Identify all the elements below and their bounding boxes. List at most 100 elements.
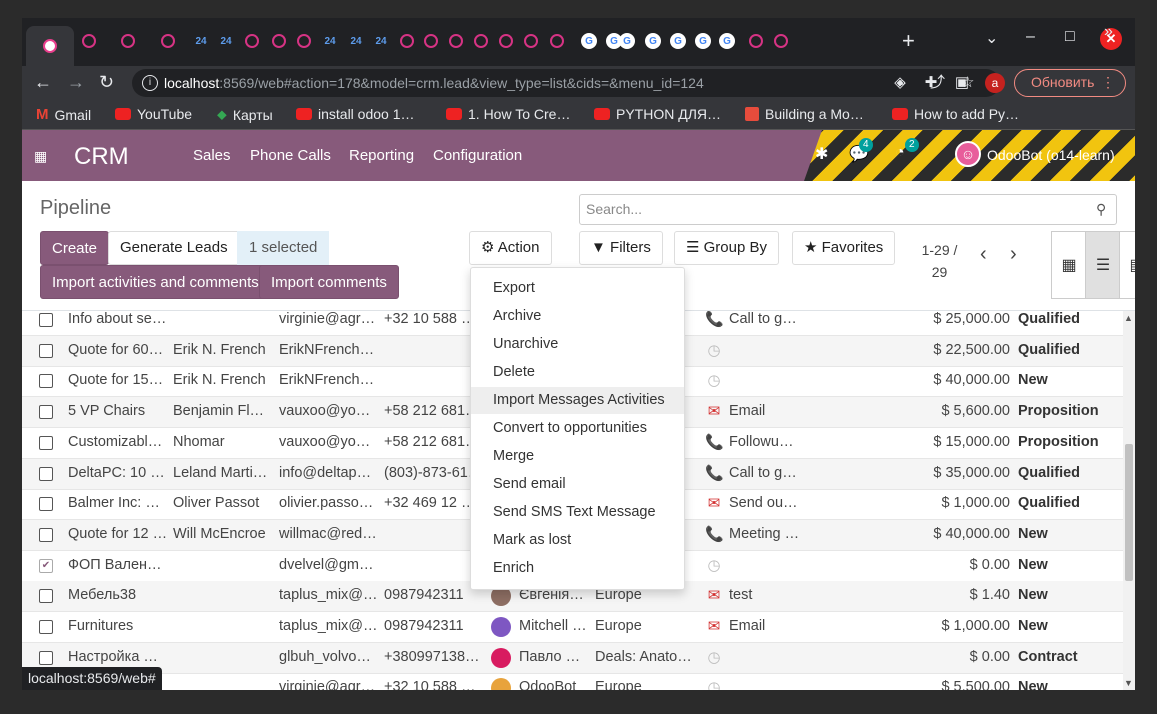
browser-tab-11[interactable]: 24 [370,30,392,52]
profile-avatar[interactable]: a [985,73,1005,93]
site-info-icon[interactable]: i [142,75,158,91]
browser-tab-1[interactable] [78,30,100,52]
action-menu-item[interactable]: Merge [471,443,684,470]
phone-icon[interactable]: 📞 [705,525,724,543]
browser-tab-19[interactable]: G [581,33,597,49]
bookmark-item[interactable]: M Gmail [36,106,91,123]
browser-tab-7[interactable] [268,30,290,52]
row-checkbox[interactable] [39,374,53,388]
update-button[interactable]: Обновить ⋮ [1014,69,1126,97]
scroll-thumb[interactable] [1125,444,1133,581]
browser-tab-8[interactable] [293,30,315,52]
kanban-view-icon[interactable]: ▦ [1051,231,1087,299]
sidepanel-icon[interactable]: ▣ [952,73,972,93]
pager-previous-icon[interactable]: ‹ [980,243,987,266]
search-icon[interactable]: ⚲ [1096,201,1106,218]
debug-bug-icon[interactable]: ✱ [815,144,828,164]
action-menu-item[interactable]: Send email [471,471,684,498]
action-menu-item[interactable]: Archive [471,303,684,330]
table-row[interactable]: Furnitures taplus_mix@… 0987942311 Mitchell… [22,612,1123,643]
browser-tab-9[interactable]: 24 [319,30,341,52]
browser-tab-21[interactable]: G [619,33,635,49]
bookmark-item[interactable]: How to add Py… [892,106,1019,122]
row-checkbox[interactable] [39,313,53,327]
action-menu-item[interactable]: Import Messages Activities [471,387,684,414]
user-avatar[interactable]: ☺ [955,141,981,167]
maximize-icon[interactable]: □ [1065,28,1075,46]
browser-tab-24[interactable]: G [695,33,711,49]
clock-icon[interactable]: ◷ [705,678,723,690]
bookmarks-more-icon[interactable]: » [1104,23,1113,41]
table-row[interactable]: Настройка … glbuh_volvo… +380997138… Павло … [22,643,1123,674]
menu-configuration[interactable]: Configuration [433,147,522,164]
clock-icon[interactable]: ◷ [705,648,723,666]
minimize-icon[interactable]: – [1026,28,1035,46]
browser-tab-4[interactable]: 24 [190,30,212,52]
menu-reporting[interactable]: Reporting [349,147,414,164]
bookmark-item[interactable]: 1. How To Cre… [446,106,570,122]
calendar-view-icon[interactable]: ▤ [1119,231,1135,299]
envelope-icon[interactable]: ✉ [705,402,723,420]
table-row[interactable]: virginie@agr… +32 10 588 … OdooBot Europe ◷ $… [22,673,1123,690]
filters-button[interactable]: ▼ Filters [579,231,663,265]
action-menu-item[interactable]: Send SMS Text Message [471,499,684,526]
action-menu-item[interactable]: Export [471,275,684,302]
action-menu-item[interactable]: Enrich [471,555,684,582]
row-checkbox[interactable]: ✔ [39,559,53,573]
apps-menu-icon[interactable]: ▦ [34,148,47,165]
clock-icon[interactable]: ◷ [705,556,723,574]
pager-next-icon[interactable]: › [1010,243,1017,266]
bookmark-item[interactable]: PYTHON ДЛЯ… [594,106,721,122]
forward-icon[interactable]: → [67,72,85,92]
row-checkbox[interactable] [39,467,53,481]
action-menu-item[interactable]: Convert to opportunities [471,415,684,442]
bookmark-item[interactable]: install odoo 1… [296,106,415,122]
scroll-up-icon[interactable]: ▲ [1124,313,1133,323]
action-menu-item[interactable]: Unarchive [471,331,684,358]
tab-search-icon[interactable]: ⌄ [985,28,998,48]
import-comments-button[interactable]: Import comments [259,265,399,299]
list-scrollbar[interactable]: ▲ ▼ [1123,311,1135,690]
phone-icon[interactable]: 📞 [705,433,724,451]
row-checkbox[interactable] [39,528,53,542]
action-menu-item[interactable]: Mark as lost [471,527,684,554]
browser-tab-6[interactable] [241,30,263,52]
browser-tab-16[interactable] [495,30,517,52]
browser-tab-26[interactable] [745,30,767,52]
browser-tab-17[interactable] [520,30,542,52]
browser-tab-10[interactable]: 24 [345,30,367,52]
user-name[interactable]: OdooBot (o14-learn) [987,147,1115,163]
row-checkbox[interactable] [39,620,53,634]
row-checkbox[interactable] [39,436,53,450]
favorites-button[interactable]: ★ Favorites [792,231,896,265]
browser-tab-3[interactable] [157,30,179,52]
phone-icon[interactable]: 📞 [705,464,724,482]
app-brand[interactable]: CRM [74,143,129,171]
browser-tab-25[interactable]: G [719,33,735,49]
address-bar[interactable]: i localhost:8569/web#action=178&model=cr… [132,69,1000,97]
browser-tab-22[interactable]: G [645,33,661,49]
tab-active[interactable] [26,26,74,66]
action-menu-item[interactable]: Delete [471,359,684,386]
search-input[interactable]: Search... [579,194,1117,225]
row-checkbox[interactable] [39,651,53,665]
clock-icon[interactable]: ◷ [705,341,723,359]
extensions-puzzle-icon[interactable]: ✚ [921,73,941,93]
browser-tab-2[interactable] [117,30,139,52]
reload-icon[interactable]: ↻ [99,72,114,92]
menu-phone-calls[interactable]: Phone Calls [250,147,331,164]
import-activities-button[interactable]: Import activities and comments [40,265,271,299]
scroll-down-icon[interactable]: ▼ [1124,678,1133,688]
browser-tab-27[interactable] [770,30,792,52]
phone-icon[interactable]: 📞 [705,311,724,328]
bookmark-item[interactable]: ⬥ Карты [217,106,273,123]
browser-tab-5[interactable]: 24 [215,30,237,52]
row-checkbox[interactable] [39,497,53,511]
row-checkbox[interactable] [39,405,53,419]
browser-tab-15[interactable] [470,30,492,52]
envelope-icon[interactable]: ✉ [705,617,723,635]
menu-sales[interactable]: Sales [193,147,231,164]
extension-shield-icon[interactable]: ◈ [890,73,910,93]
pager-value[interactable]: 1-29 / 29 [917,239,962,283]
browser-tab-12[interactable] [396,30,418,52]
